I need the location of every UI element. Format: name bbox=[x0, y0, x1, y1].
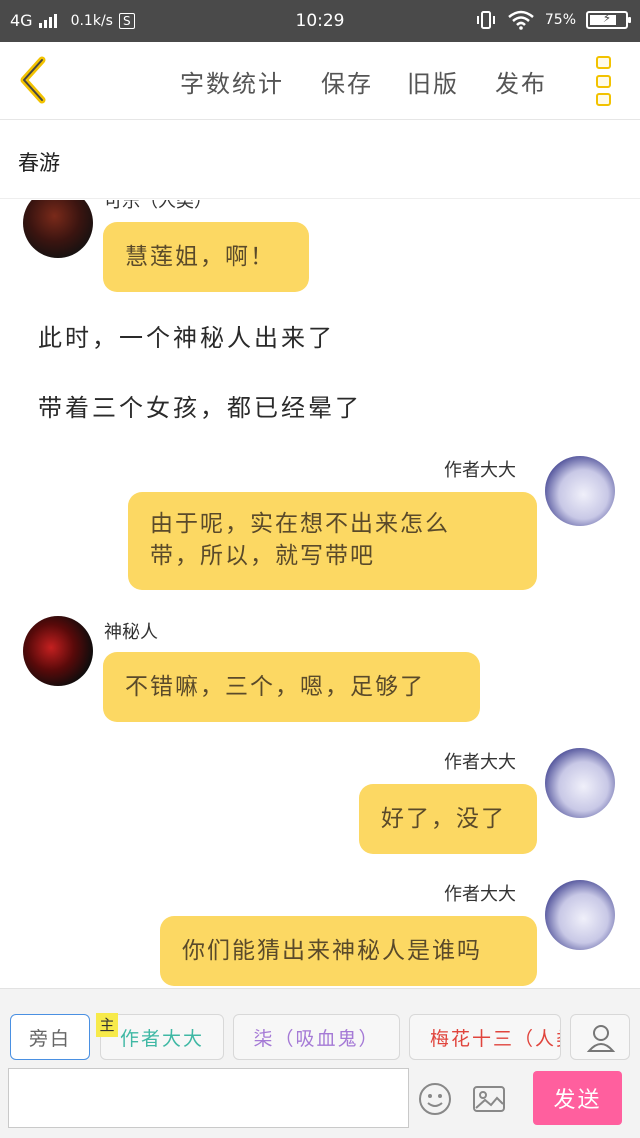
sender-name: 神秘人 bbox=[104, 622, 158, 643]
avatar[interactable] bbox=[23, 200, 93, 258]
editor-toolbar: 字数统计 保存 旧版 发布 bbox=[0, 42, 640, 120]
role-selector-bar: 旁白 作者大大 主 柒（吸血鬼） 梅花十三（人类） 发送 bbox=[0, 988, 640, 1138]
wifi-icon bbox=[508, 10, 534, 30]
message-bubble[interactable]: 好了，没了 bbox=[359, 784, 537, 854]
main-role-badge: 主 bbox=[96, 1013, 118, 1037]
publish-button[interactable]: 发布 bbox=[495, 64, 547, 99]
message-input[interactable] bbox=[8, 1068, 409, 1128]
send-button[interactable]: 发送 bbox=[533, 1071, 622, 1125]
image-icon[interactable] bbox=[471, 1081, 507, 1117]
save-button[interactable]: 保存 bbox=[321, 64, 373, 99]
battery-percent: 75% bbox=[544, 12, 576, 28]
person-icon bbox=[586, 1025, 616, 1052]
back-icon[interactable] bbox=[14, 54, 54, 106]
avatar[interactable] bbox=[545, 880, 615, 950]
old-version-button[interactable]: 旧版 bbox=[407, 64, 459, 99]
sender-name: 作者大大 bbox=[444, 752, 516, 773]
chat-area[interactable]: 可乐（人类） 慧莲姐，啊！ 此时，一个神秘人出来了 带着三个女孩，都已经晕了 作… bbox=[0, 200, 640, 988]
story-title: 春游 bbox=[18, 151, 60, 175]
message-bubble[interactable]: 由于呢，实在想不出来怎么 带，所以，就写带吧 bbox=[128, 492, 537, 590]
narration-role-button[interactable]: 旁白 bbox=[10, 1014, 90, 1060]
role-chip-author[interactable]: 作者大大 bbox=[100, 1014, 224, 1060]
avatar[interactable] bbox=[545, 456, 615, 526]
sender-name: 作者大大 bbox=[444, 884, 516, 905]
story-title-row[interactable]: 春游 bbox=[0, 121, 640, 199]
message-line: 带，所以，就写带吧 bbox=[150, 543, 375, 569]
avatar[interactable] bbox=[23, 616, 93, 686]
role-chip-vampire[interactable]: 柒（吸血鬼） bbox=[233, 1014, 400, 1060]
sender-name: 作者大大 bbox=[444, 460, 516, 481]
message-bubble[interactable]: 你们能猜出来神秘人是谁吗 bbox=[160, 916, 537, 986]
avatar[interactable] bbox=[545, 748, 615, 818]
battery-icon: ⚡ bbox=[586, 11, 631, 29]
sender-name: 可乐（人类） bbox=[104, 200, 212, 212]
message-bubble[interactable]: 慧莲姐，啊！ bbox=[103, 222, 309, 292]
vibrate-icon bbox=[476, 11, 495, 29]
emoji-icon[interactable] bbox=[417, 1081, 453, 1117]
narration-text[interactable]: 此时，一个神秘人出来了 bbox=[38, 318, 335, 353]
role-manager-button[interactable] bbox=[570, 1014, 630, 1060]
role-chip-human[interactable]: 梅花十三（人类） bbox=[409, 1014, 561, 1060]
message-bubble[interactable]: 不错嘛，三个，嗯，足够了 bbox=[103, 652, 480, 722]
status-bar: 4G 0.1k/s S 10:29 75% ⚡ bbox=[0, 0, 640, 42]
message-line: 由于呢，实在想不出来怎么 bbox=[150, 511, 450, 537]
word-count-button[interactable]: 字数统计 bbox=[180, 64, 284, 99]
narration-text[interactable]: 带着三个女孩，都已经晕了 bbox=[38, 388, 362, 423]
more-menu-icon[interactable] bbox=[596, 56, 612, 106]
